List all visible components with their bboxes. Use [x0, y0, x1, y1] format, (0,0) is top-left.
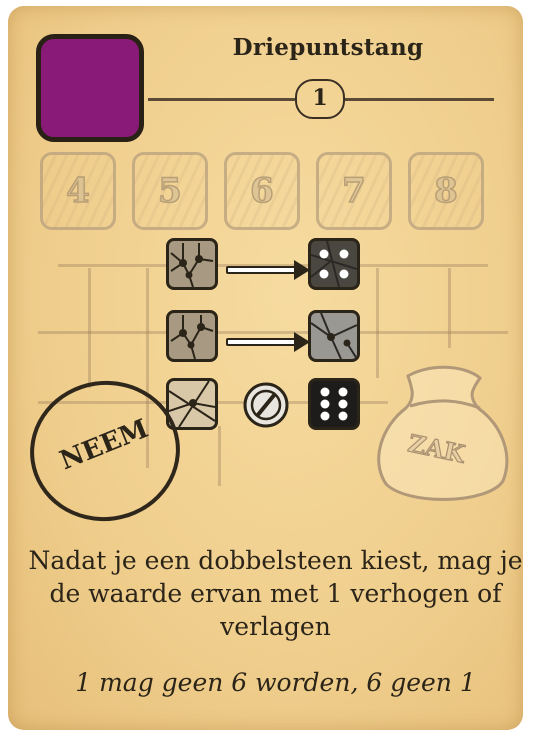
number-box: 7: [316, 152, 392, 230]
number-box: 8: [408, 152, 484, 230]
number-box: 5: [132, 152, 208, 230]
arrow-right-icon: [226, 260, 310, 280]
bag-icon: [377, 365, 509, 501]
card-title: Driepuntstang: [232, 34, 424, 61]
take-stamp: NEEM: [20, 371, 190, 531]
arrow-right-icon: [226, 332, 310, 352]
color-swatch: [36, 34, 144, 142]
card-description: Nadat je een dobbelsteen kiest, mag je d…: [28, 546, 523, 641]
take-stamp-label: NEEM: [55, 413, 153, 477]
forbidden-icon: [243, 382, 289, 428]
background-line: [218, 426, 221, 486]
number-box: 4: [40, 152, 116, 230]
tool-tile-icon: [166, 238, 218, 290]
die-light-icon: [308, 310, 360, 362]
background-line: [38, 331, 508, 334]
title-rule-right: [344, 98, 494, 101]
tool-tile-icon: [166, 310, 218, 362]
number-box: 6: [224, 152, 300, 230]
round-badge: 1: [295, 79, 345, 119]
background-line: [88, 268, 91, 388]
title-rule-left: [148, 98, 296, 101]
tool-card: Driepuntstang 1 4 5 6 7 8 NEEM ZAK Nadat…: [8, 6, 523, 730]
background-line: [448, 268, 451, 348]
die-six-icon: [308, 378, 360, 430]
card-note: 1 mag geen 6 worden, 6 geen 1: [75, 668, 476, 697]
die-four-dark-icon: [308, 238, 360, 290]
